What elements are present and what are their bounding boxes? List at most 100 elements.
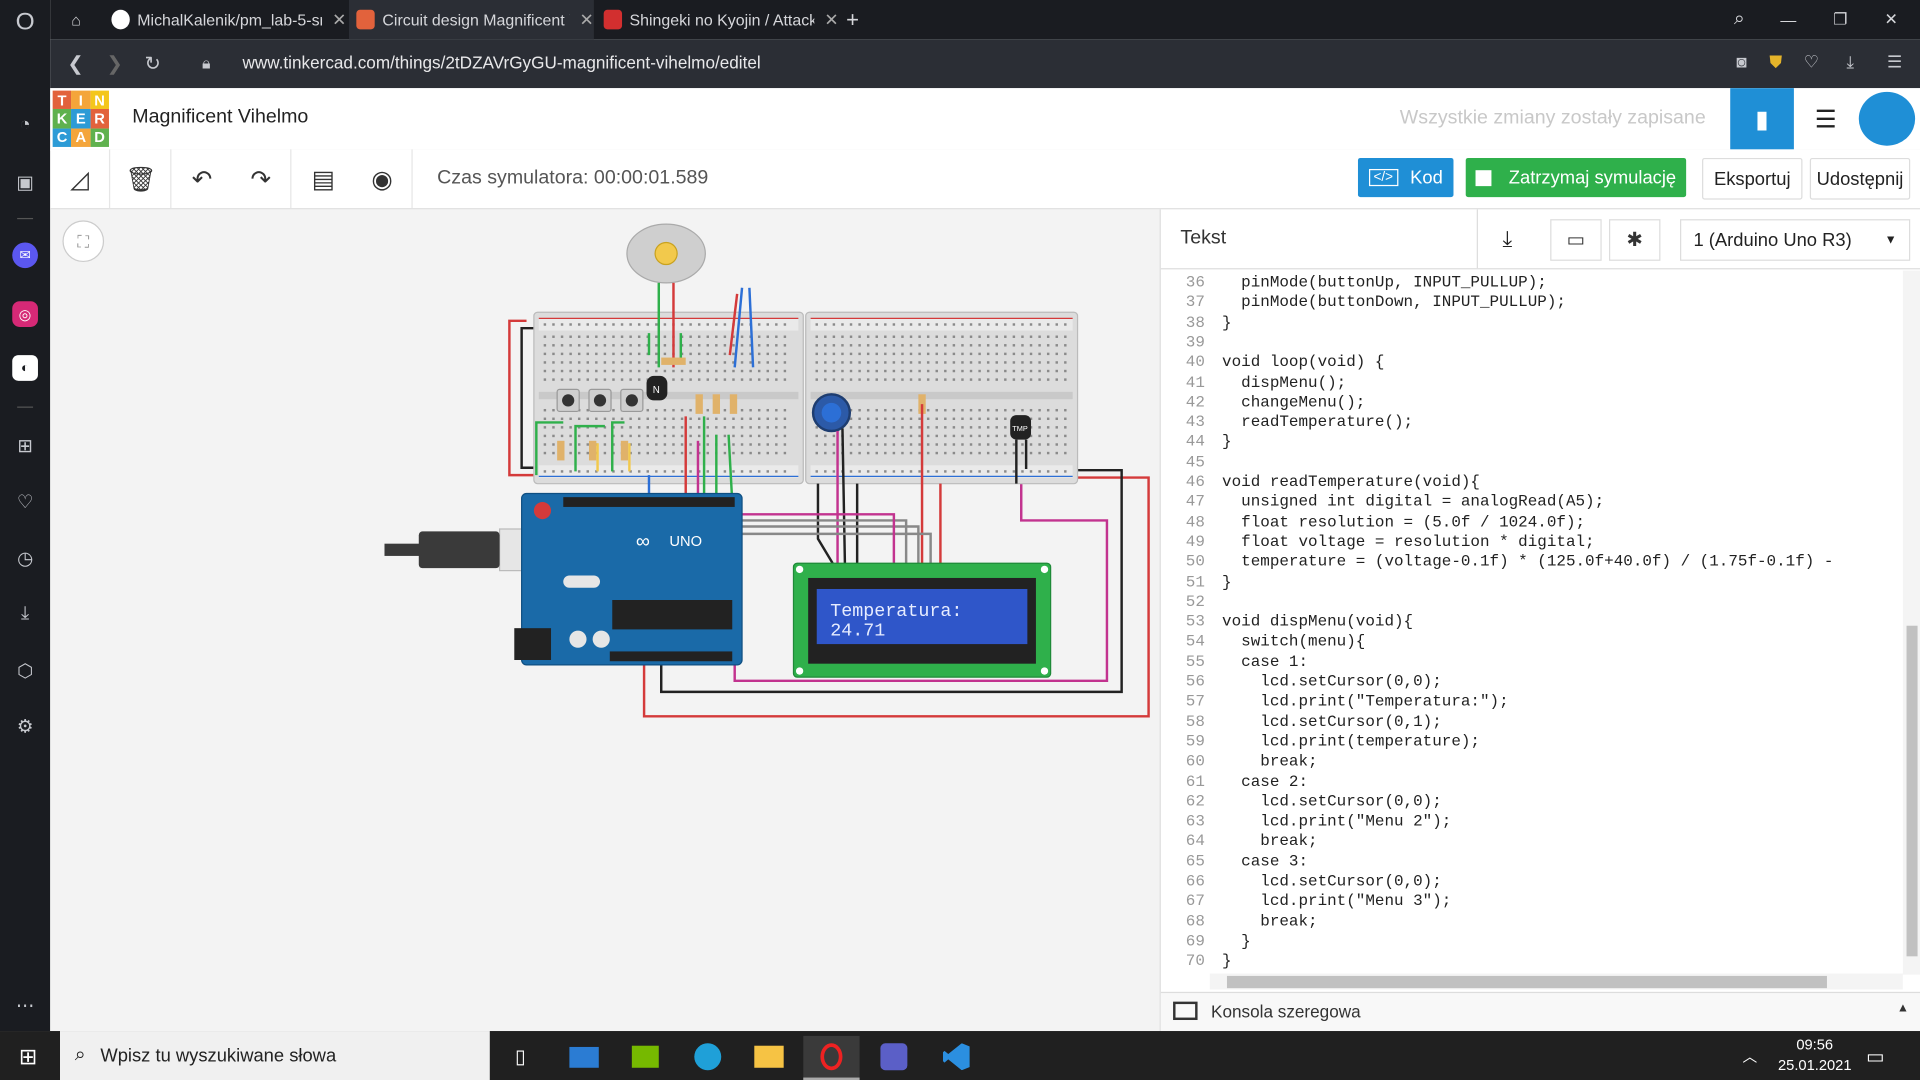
device-select[interactable]: 1 (Arduino Uno R3) ▼ xyxy=(1680,219,1911,261)
line-number: 64 xyxy=(1185,831,1205,851)
instagram-icon[interactable]: ◎ xyxy=(12,301,38,327)
reload-icon[interactable]: ↻ xyxy=(144,51,160,75)
close-icon[interactable]: ✕ xyxy=(824,9,838,30)
heart-icon[interactable]: ♡ xyxy=(1804,51,1819,72)
avatar[interactable] xyxy=(1858,91,1916,146)
redo-button[interactable]: ↷ xyxy=(231,149,292,209)
share-button[interactable]: Udostępnij xyxy=(1809,157,1911,200)
stop-simulation-button[interactable]: Zatrzymaj symulację xyxy=(1465,157,1687,198)
notes-button[interactable]: ▤ xyxy=(294,149,353,208)
vpn-shield-icon[interactable]: ⛊ xyxy=(1769,51,1782,72)
workspaces-icon[interactable]: ⊞ xyxy=(12,432,38,458)
tinkercad-logo[interactable]: T I N K E R C A D xyxy=(52,90,109,147)
code-panel: Tekst ⤓ ▭ ✱ 1 (Arduino Uno R3) ▼ 36 pinM… xyxy=(1159,209,1920,1033)
serial-console-bar[interactable]: Konsola szeregowa ▲ xyxy=(1160,991,1920,1033)
code-line: break; xyxy=(1222,752,1318,771)
more-icon[interactable]: ⋯ xyxy=(12,992,38,1018)
tab-menu-icon[interactable]: ⌂ xyxy=(50,0,101,39)
task-view-button[interactable]: ▯ xyxy=(492,1036,548,1078)
chevron-up-icon[interactable]: ▲ xyxy=(1897,1002,1909,1015)
undo-button[interactable]: ↶ xyxy=(173,149,232,208)
speed-dial-icon[interactable]: ◔ xyxy=(12,111,38,137)
tab-shingeki[interactable]: Shingeki no Kyojin / Attack ✕ xyxy=(596,0,839,39)
list-icon: ☰ xyxy=(1814,105,1837,133)
search-box[interactable]: ⌕ Wpisz tu wyszukiwane słowa xyxy=(60,1031,490,1080)
code-line: } xyxy=(1222,931,1251,951)
minimize-icon[interactable]: — xyxy=(1780,0,1804,39)
heart-icon[interactable]: ♡ xyxy=(12,489,38,515)
potentiometer xyxy=(811,393,852,433)
opera-app[interactable] xyxy=(803,1035,860,1080)
editor-toolbar: ◿ 🗑︎ ↶ ↷ ▤ ◉ Czas symulatora: 00:00:01.5… xyxy=(50,149,1920,210)
teams-app[interactable] xyxy=(866,1036,922,1078)
shopping-bag-icon[interactable]: ▣ xyxy=(12,169,38,195)
start-button[interactable]: ⊞ xyxy=(0,1036,56,1078)
new-tab-icon[interactable]: + xyxy=(846,0,870,39)
settings-icon[interactable]: ⚙ xyxy=(12,713,38,739)
line-number: 44 xyxy=(1185,432,1205,452)
code-line: switch(menu){ xyxy=(1222,632,1366,651)
camera-icon[interactable]: ◙ xyxy=(1736,51,1746,71)
clock[interactable]: 09:56 25.01.2021 xyxy=(1778,1036,1852,1074)
mail-app[interactable] xyxy=(556,1036,612,1078)
export-button[interactable]: Eksportuj xyxy=(1702,157,1803,200)
back-icon[interactable]: ❮ xyxy=(67,51,83,75)
line-number: 54 xyxy=(1185,632,1205,651)
file-explorer-app[interactable] xyxy=(741,1036,797,1078)
horizontal-scrollbar[interactable] xyxy=(1209,973,1903,990)
svg-text:TMP: TMP xyxy=(1012,424,1028,433)
download-code-button[interactable]: ⤓ xyxy=(1476,209,1537,269)
line-number: 46 xyxy=(1185,472,1205,492)
redo-icon: ↷ xyxy=(250,165,272,193)
vscode-app[interactable] xyxy=(928,1036,984,1078)
edge-app[interactable] xyxy=(680,1036,736,1078)
downloads-icon[interactable]: ⤓ xyxy=(12,600,38,626)
search-tabs-icon[interactable]: ⌕ xyxy=(1734,0,1758,39)
library-icon: ▭ xyxy=(1566,230,1586,252)
project-title[interactable]: Magnificent Vihelmo xyxy=(132,107,308,129)
download-icon[interactable]: ⤓ xyxy=(1847,51,1855,72)
visibility-button[interactable]: ◉ xyxy=(353,149,413,209)
vertical-scrollbar[interactable] xyxy=(1902,270,1920,975)
code-panel-header: Tekst ⤓ ▭ ✱ 1 (Arduino Uno R3) ▼ xyxy=(1160,209,1920,270)
tab-tinkercad[interactable]: Circuit design Magnificent V ✕ xyxy=(348,0,594,40)
circuit-workspace[interactable]: ⛶ N TMP UNO ∞ Temperatura: 24.71 xyxy=(50,209,1160,1032)
discord-icon[interactable]: ◐ xyxy=(12,355,38,381)
delete-button[interactable]: 🗑︎ xyxy=(111,149,172,209)
close-icon[interactable]: ✕ xyxy=(580,9,594,30)
close-window-icon[interactable]: ✕ xyxy=(1885,0,1909,39)
stop-icon xyxy=(1475,169,1492,186)
history-icon[interactable]: ◷ xyxy=(12,545,38,571)
tab-bar: ⌂ MichalKalenik/pm_lab-5-sr ✕ Circuit de… xyxy=(50,0,1920,40)
debugger-button[interactable]: ✱ xyxy=(1608,219,1661,261)
breadboard-right xyxy=(805,311,1079,485)
notifications-icon[interactable]: ▭ xyxy=(1866,1044,1885,1068)
tray-expand-icon[interactable]: ︿ xyxy=(1742,1046,1757,1067)
code-editor[interactable]: 36 pinMode(buttonUp, INPUT_PULLUP); 37 pi… xyxy=(1161,271,1903,971)
maximize-icon[interactable]: ❐ xyxy=(1833,0,1857,39)
url-field[interactable]: www.tinkercad.com/things/2tDZAVrGyGU-mag… xyxy=(242,53,760,73)
libraries-button[interactable]: ▭ xyxy=(1550,219,1602,261)
forward-icon[interactable]: ❯ xyxy=(107,51,123,75)
opera-menu-icon[interactable]: O xyxy=(12,9,38,36)
code-button[interactable]: </> Kod xyxy=(1357,157,1454,198)
easy-setup-icon[interactable]: ☰ xyxy=(1887,51,1902,72)
code-mode-select[interactable]: Tekst xyxy=(1180,228,1226,250)
code-line: lcd.setCursor(0,0); xyxy=(1222,792,1442,811)
close-icon[interactable]: ✕ xyxy=(332,9,346,30)
nvidia-app[interactable] xyxy=(617,1036,673,1078)
undo-icon: ↶ xyxy=(191,165,213,193)
circuit-view-button[interactable]: ▮ xyxy=(1730,88,1794,150)
rotate-button[interactable]: ◿ xyxy=(50,149,111,209)
push-buttons xyxy=(556,388,644,413)
tab-title: Shingeki no Kyojin / Attack xyxy=(629,10,815,29)
messenger-icon[interactable]: ✉ xyxy=(12,242,38,269)
dc-motor xyxy=(626,223,706,284)
tab-github[interactable]: MichalKalenik/pm_lab-5-sr ✕ xyxy=(104,0,347,39)
line-number: 66 xyxy=(1185,871,1205,891)
box-icon[interactable]: ⬡ xyxy=(12,658,38,684)
code-line: temperature = (voltage-0.1f) * (125.0f+4… xyxy=(1222,552,1834,571)
transistor: N xyxy=(646,375,668,401)
component-list-button[interactable]: ☰ xyxy=(1794,88,1858,149)
line-number: 59 xyxy=(1185,732,1205,751)
